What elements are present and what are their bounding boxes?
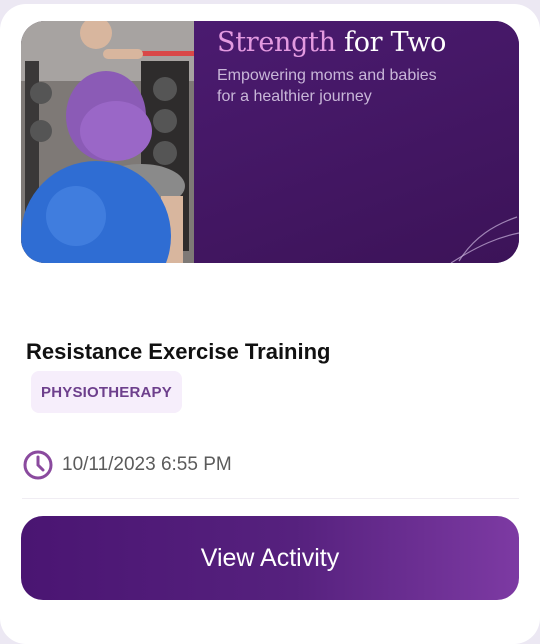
activity-title: Resistance Exercise Training (26, 339, 331, 364)
banner-subtitle: Empowering moms and babies for a healthi… (217, 67, 437, 105)
activity-banner: Strength for Two Empowering moms and bab… (21, 21, 519, 263)
banner-text-panel: Strength for Two Empowering moms and bab… (194, 21, 519, 263)
view-activity-button[interactable]: View Activity (21, 516, 519, 600)
datetime-text: 10/11/2023 6:55 PM (62, 454, 232, 475)
banner-headline-accent: Strength (217, 27, 336, 58)
banner-photo (21, 21, 194, 263)
banner-headline-rest: for Two (335, 27, 447, 58)
category-badge: PHYSIOTHERAPY (31, 371, 182, 413)
activity-card: Strength for Two Empowering moms and bab… (0, 4, 540, 644)
activity-datetime: 10/11/2023 6:55 PM (22, 449, 232, 481)
leaf-icon (450, 216, 519, 263)
banner-headline: Strength for Two (217, 27, 446, 58)
divider (22, 498, 519, 499)
clock-icon (23, 450, 53, 480)
